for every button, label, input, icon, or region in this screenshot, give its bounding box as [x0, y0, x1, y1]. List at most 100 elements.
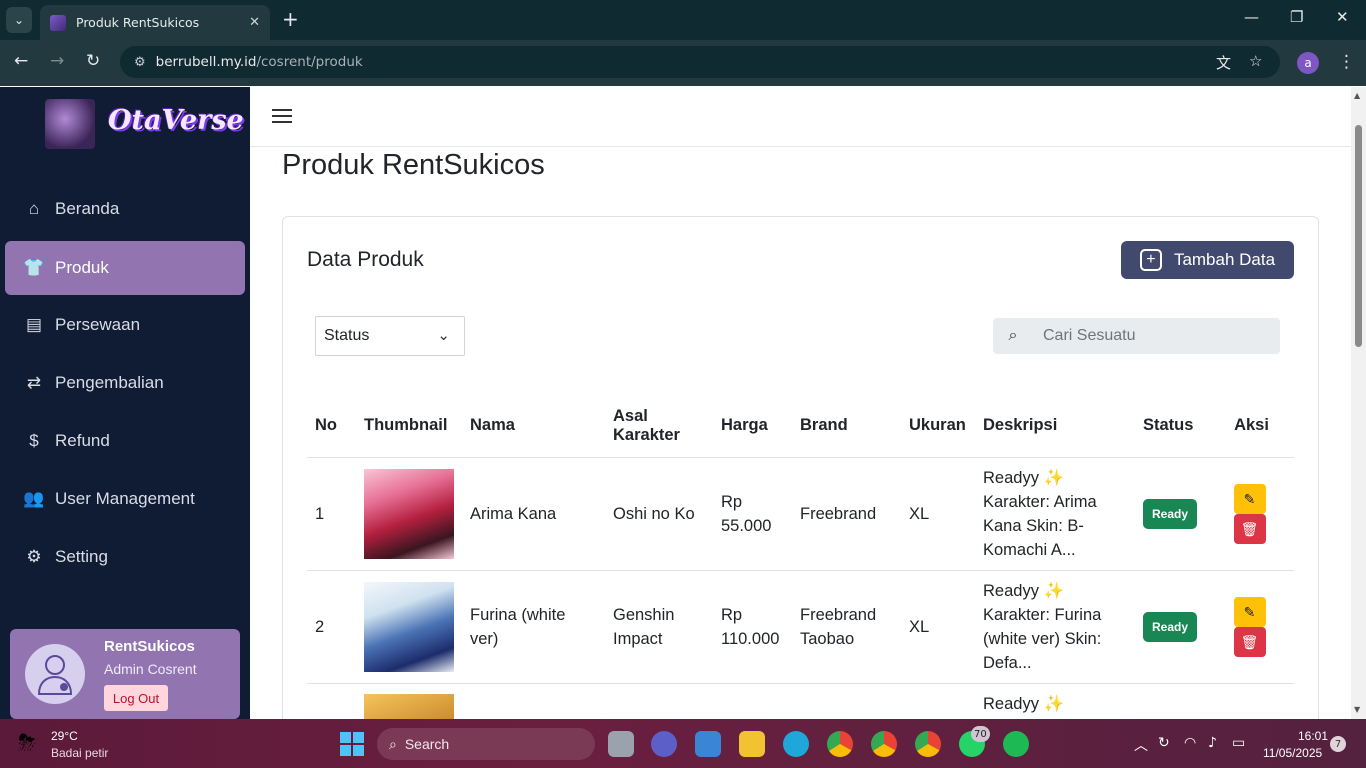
cell-ukuran — [901, 683, 975, 719]
maximize-icon[interactable]: ❐ — [1290, 8, 1303, 26]
trash-icon: 🗑 — [1240, 520, 1259, 537]
avatar — [25, 644, 85, 704]
search-icon: ⌕ — [1008, 327, 1018, 344]
store-icon[interactable] — [695, 731, 721, 757]
scrollbar-thumb[interactable] — [1355, 125, 1362, 347]
chrome-icon[interactable] — [827, 731, 853, 757]
edge-browser-icon[interactable] — [783, 731, 809, 757]
windows-start-icon[interactable] — [340, 732, 364, 756]
cell-deskripsi: Readyy ✨ Karakter: Arima Kana Skin: B-Ko… — [975, 457, 1135, 571]
logout-button[interactable]: Log Out — [104, 685, 168, 711]
cell-ukuran: XL — [901, 457, 975, 571]
search-placeholder: Cari Sesuatu — [1043, 327, 1136, 344]
card-title: Data Produk — [307, 248, 424, 271]
clock-time[interactable]: 16:01 — [1298, 729, 1328, 743]
whatsapp-badge: 70 — [971, 726, 990, 742]
search-input[interactable]: ⌕ Cari Sesuatu — [993, 318, 1280, 354]
chat-app-icon[interactable] — [651, 731, 677, 757]
sidebar-item-user-management[interactable]: 👥 User Management — [5, 472, 245, 526]
cash-register-icon: ▤ — [25, 315, 43, 334]
battery-icon[interactable]: ▭ — [1232, 735, 1245, 751]
home-icon: ⌂ — [28, 199, 40, 218]
cell-no — [307, 683, 356, 719]
forward-icon[interactable]: → — [50, 51, 64, 71]
sidebar-item-beranda[interactable]: ⌂ Beranda — [5, 182, 245, 236]
cell-no: 1 — [307, 457, 356, 571]
sidebar-item-label: Pengembalian — [55, 373, 164, 392]
scroll-down-icon[interactable]: ▼ — [1354, 705, 1360, 714]
plus-icon: + — [1139, 249, 1162, 271]
edit-icon: ✎ — [1243, 603, 1256, 620]
volume-icon[interactable]: ♪ — [1208, 735, 1217, 751]
cell-harga: Rp 55.000 — [713, 457, 792, 571]
exchange-icon: ⇄ — [26, 373, 42, 392]
weather-description[interactable]: Badai petir — [51, 746, 108, 760]
cell-nama: Furina (white ver) — [462, 570, 605, 684]
sidebar-item-label: Beranda — [55, 199, 120, 218]
spotify-icon[interactable] — [1003, 731, 1029, 757]
sidebar: OtaVerse ⌂ Beranda 👕 Produk ▤ Persewaan … — [0, 87, 250, 719]
profile-avatar[interactable]: a — [1297, 52, 1319, 74]
reload-icon[interactable]: ↻ — [86, 51, 100, 71]
back-icon[interactable]: ← — [14, 51, 28, 71]
address-bar[interactable]: ⚙ berrubell.my.id/cosrent/produk — [120, 46, 1280, 78]
task-view-icon[interactable] — [608, 731, 634, 757]
translate-icon[interactable]: 文 — [1216, 52, 1231, 73]
add-data-button[interactable]: + Tambah Data — [1121, 241, 1294, 279]
edit-button[interactable]: ✎ — [1233, 596, 1266, 627]
cell-no: 2 — [307, 570, 356, 684]
column-header-deskripsi: Deskripsi — [975, 395, 1135, 458]
main-content: Produk RentSukicos Data Produk + Tambah … — [250, 87, 1351, 719]
sidebar-item-produk[interactable]: 👕 Produk — [5, 241, 245, 295]
tab-search-dropdown[interactable]: ⌄ — [6, 7, 32, 33]
sync-icon[interactable]: ↻ — [1158, 735, 1170, 751]
notification-count-badge[interactable]: 7 — [1330, 736, 1346, 752]
sidebar-item-pengembalian[interactable]: ⇄ Pengembalian — [5, 356, 245, 410]
user-role: Admin Cosrent — [104, 661, 197, 677]
column-header-ukuran: Ukuran — [901, 395, 975, 458]
minimize-icon[interactable]: — — [1244, 8, 1259, 26]
users-icon: 👥 — [23, 489, 45, 508]
edit-button[interactable]: ✎ — [1233, 483, 1266, 514]
column-header-thumbnail: Thumbnail — [356, 395, 462, 458]
file-explorer-icon[interactable] — [739, 731, 765, 757]
status-filter-select[interactable]: Status ⌄ — [315, 316, 465, 356]
chrome-profile-2-icon[interactable] — [915, 731, 941, 757]
cell-asal: Genshin Impact — [605, 570, 713, 684]
tab-close-icon[interactable]: ✕ — [249, 15, 260, 30]
cell-harga — [713, 683, 792, 719]
site-info-icon[interactable]: ⚙ — [134, 55, 146, 70]
table-row: 2 Furina (white ver) Genshin Impact Rp 1… — [307, 570, 1294, 684]
cell-asal: Oshi no Ko — [605, 457, 713, 571]
chrome-profile-icon[interactable] — [871, 731, 897, 757]
chevron-up-icon[interactable]: ︿ — [1134, 735, 1148, 755]
column-header-no: No — [307, 395, 356, 458]
browser-tab[interactable]: Produk RentSukicos ✕ — [40, 5, 270, 40]
window-close-icon[interactable]: ✕ — [1336, 8, 1349, 26]
cell-thumbnail — [356, 683, 462, 719]
sidebar-item-persewaan[interactable]: ▤ Persewaan — [5, 298, 245, 352]
sidebar-item-refund[interactable]: $ Refund — [5, 414, 245, 468]
column-header-aksi: Aksi — [1209, 395, 1294, 458]
bookmark-star-icon[interactable]: ☆ — [1249, 52, 1262, 70]
weather-temperature[interactable]: 29°C — [51, 729, 78, 743]
wifi-icon[interactable]: ◠ — [1184, 735, 1196, 751]
scroll-up-icon[interactable]: ▲ — [1354, 91, 1360, 100]
product-thumbnail — [364, 581, 454, 672]
user-name: RentSukicos — [104, 638, 195, 655]
taskbar-search[interactable]: ⌕ Search — [377, 728, 595, 760]
delete-button[interactable]: 🗑 — [1233, 513, 1266, 544]
page-scrollbar[interactable]: ▲ ▼ — [1351, 87, 1366, 719]
table-row: 1 Arima Kana Oshi no Ko Rp 55.000 Freebr… — [307, 457, 1294, 571]
browser-menu-icon[interactable]: ⋮ — [1338, 52, 1355, 72]
sidebar-item-setting[interactable]: ⚙ Setting — [5, 530, 245, 584]
sidebar-item-label: User Management — [55, 489, 195, 508]
new-tab-icon[interactable]: + — [282, 7, 299, 31]
delete-button[interactable]: 🗑 — [1233, 626, 1266, 657]
cell-thumbnail — [356, 570, 462, 684]
clock-date[interactable]: 11/05/2025 — [1263, 746, 1322, 760]
cell-harga: Rp 110.000 — [713, 570, 792, 684]
column-header-brand: Brand — [792, 395, 901, 458]
weather-storm-icon[interactable]: ⛈ — [18, 731, 36, 756]
hamburger-menu-icon[interactable] — [272, 109, 292, 123]
